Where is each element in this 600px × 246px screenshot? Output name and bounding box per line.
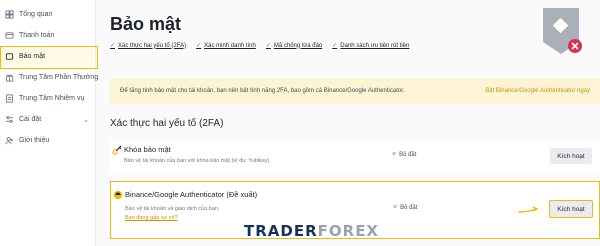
enable-authenticator-link[interactable]: Bật Binance/Google Authenticator ngay [485,88,590,94]
sidebar: Tổng quan Thanh toán Bảo mật Trung Tâm P… [0,0,99,246]
page-title: Bảo mật [110,14,182,34]
status-indicator: × Bỏ đặt [392,151,416,158]
activate-authenticator-button[interactable]: Kích hoạt [549,200,593,218]
sidebar-item-label: Cài đặt [19,116,42,123]
task-icon [5,94,14,103]
authenticator-icon [113,190,123,200]
sidebar-item-rewards[interactable]: Trung Tâm Phần Thưởng [0,67,99,88]
sidebar-item-payment[interactable]: Thanh toán [0,25,95,46]
pointer-arrow-icon [517,206,539,213]
status-text: Bỏ đặt [400,204,418,211]
row-description: Bảo vệ tài khoản của bạn với khóa bảo mậ… [124,158,271,164]
link-label: Xác minh danh tính [204,42,256,49]
shield-icon [5,52,14,61]
link-label: Mã chống lừa đảo [273,42,323,49]
overview-icon [5,10,14,19]
sidebar-item-overview[interactable]: Tổng quan [0,4,95,25]
link-withdrawal-whitelist[interactable]: ✓ Danh sách ưu tiên rút tiền [332,42,410,50]
status-x-icon: × [393,204,398,211]
row-title: Khóa bảo mật [124,145,171,154]
sidebar-item-referral[interactable]: Giới thiệu [0,130,95,151]
key-icon [112,145,122,155]
link-label: Xác thực hai yếu tố (2FA) [118,42,187,49]
link-label: Danh sách ưu tiên rút tiền [340,42,410,49]
activate-security-key-button[interactable]: Kích hoạt [550,148,592,164]
row-title: Binance/Google Authenticator (Đề xuất) [125,190,258,199]
sidebar-item-label: Trung Tâm Nhiệm vụ [19,95,85,102]
sidebar-item-tasks[interactable]: Trung Tâm Nhiệm vụ [0,88,95,109]
payment-icon [5,31,14,40]
watermark-part2: FOREX [317,222,380,240]
reward-icon [5,73,14,82]
check-icon: ✓ [110,43,116,49]
sidebar-item-label: Giới thiệu [19,137,50,144]
section-title: Xác thực hai yếu tố (2FA) [110,118,224,129]
chevron-down-icon: ⌄ [83,116,89,124]
link-identity-verification[interactable]: ✓ Xác minh danh tính [196,42,256,50]
sidebar-item-label: Bảo mật [19,53,46,60]
check-icon: ✓ [265,43,271,49]
sidebar-item-label: Trung Tâm Phần Thưởng [19,74,99,81]
link-anti-phishing[interactable]: ✓ Mã chống lừa đảo [265,42,323,50]
sidebar-item-settings[interactable]: Cài đặt ⌄ [0,109,95,130]
watermark-part1: TRADER [244,222,318,240]
main-content: Bảo mật ✓ Xác thực hai yếu tố (2FA) ✓ Xác … [96,0,600,246]
watermark-logo: TRADERFOREX [244,222,379,240]
banner-text: Để tăng tính bảo mật cho tài khoản, bạn … [120,88,405,94]
check-icon: ✓ [332,43,338,49]
status-indicator: × Bỏ đặt [393,204,417,211]
sidebar-item-label: Thanh toán [19,32,55,39]
link-2fa[interactable]: ✓ Xác thực hai yếu tố (2FA) [110,42,187,50]
sidebar-item-label: Tổng quan [19,11,53,18]
security-key-row: Khóa bảo mật Bảo vệ tài khoản của bạn vớ… [110,140,600,174]
referral-icon [5,136,14,145]
sidebar-item-security[interactable]: Bảo mật [0,46,98,69]
app-root: Tổng quan Thanh toán Bảo mật Trung Tâm P… [0,0,600,246]
security-quick-links: ✓ Xác thực hai yếu tố (2FA) ✓ Xác minh dan… [110,42,410,50]
2fa-warning-banner: Để tăng tính bảo mật cho tài khoản, bạn … [110,78,600,104]
status-text: Bỏ đặt [399,151,417,158]
having-trouble-link[interactable]: Bạn đang gặp sự cố? [125,215,178,221]
security-warning-shield-icon [543,8,582,54]
check-icon: ✓ [196,43,202,49]
status-x-icon: × [392,151,397,158]
settings-icon [5,115,14,124]
row-description: Bảo vệ tài khoản và giao dịch của bạn. [125,206,220,212]
